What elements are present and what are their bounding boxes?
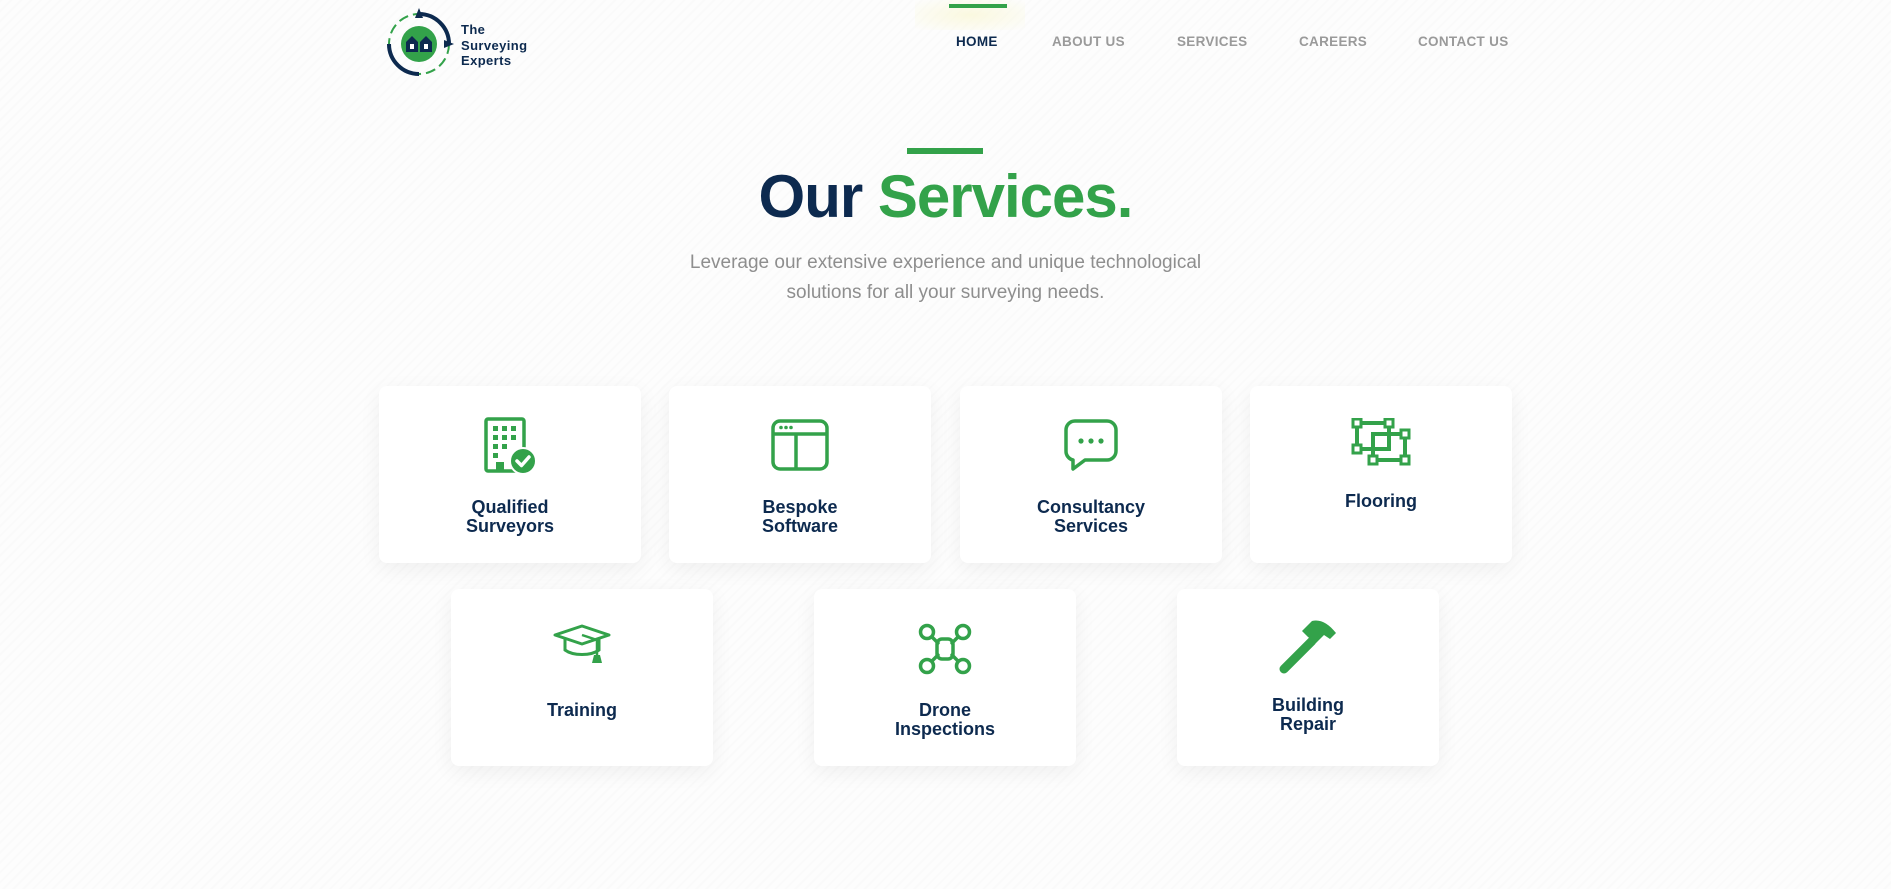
browser-window-icon (771, 419, 829, 471)
logo-text: The Surveying Experts (461, 22, 527, 69)
active-nav-indicator (949, 4, 1007, 8)
chat-bubble-icon (1064, 419, 1118, 471)
service-title-line: Qualified (471, 497, 549, 517)
service-title-line: Surveyors (465, 515, 555, 536)
logo-line: Experts (461, 53, 512, 68)
logo-line: The (461, 22, 486, 37)
service-title: Building Repair (1177, 696, 1439, 733)
nav-about-us[interactable]: ABOUT US (1052, 34, 1125, 49)
nav-careers[interactable]: CAREERS (1299, 34, 1367, 49)
site-logo[interactable]: The Surveying Experts (384, 6, 534, 80)
service-card-consultancy-services[interactable]: Consultancy Services (960, 386, 1222, 563)
service-title: Qualified Surveyors (379, 498, 641, 535)
floor-plan-icon (1351, 418, 1411, 466)
service-title: Flooring (1250, 492, 1512, 511)
service-title-line: Inspections (894, 718, 996, 739)
service-title: Training (451, 701, 713, 720)
service-title-line: Building (1272, 695, 1344, 715)
service-card-bespoke-software[interactable]: Bespoke Software (669, 386, 931, 563)
service-title-line: Software (761, 515, 839, 536)
subtitle-line: solutions for all your surveying needs. (786, 282, 1105, 303)
service-card-building-repair[interactable]: Building Repair (1177, 589, 1439, 766)
service-title-line: Consultancy (1036, 497, 1146, 517)
section-title-accent (907, 148, 983, 154)
section-title: Our Services. (0, 160, 1891, 234)
service-card-flooring[interactable]: Flooring (1250, 386, 1512, 563)
site-header: The Surveying Experts HOME ABOUT US SERV… (0, 0, 1891, 90)
compass-logo-icon (387, 8, 454, 76)
nav-home[interactable]: HOME (956, 34, 998, 49)
title-part-services: Services. (877, 163, 1134, 230)
service-title-line: Flooring (1345, 491, 1417, 511)
service-title: Consultancy Services (960, 498, 1222, 535)
graduation-cap-icon (553, 624, 611, 663)
service-title-line: Repair (1279, 713, 1337, 734)
service-title-line: Drone (918, 700, 971, 720)
hammer-icon (1279, 620, 1336, 674)
service-card-qualified-surveyors[interactable]: Qualified Surveyors (379, 386, 641, 563)
section-subtitle: Leverage our extensive experience and un… (0, 248, 1891, 308)
service-title: Drone Inspections (814, 701, 1076, 738)
building-check-icon (484, 417, 537, 475)
nav-contact-us[interactable]: CONTACT US (1418, 34, 1509, 49)
drone-icon (918, 623, 972, 675)
service-title-line: Services (1053, 515, 1129, 536)
service-card-drone-inspections[interactable]: Drone Inspections (814, 589, 1076, 766)
service-title-line: Bespoke (762, 497, 838, 517)
service-title-line: Training (546, 700, 617, 720)
nav-services[interactable]: SERVICES (1177, 34, 1247, 49)
service-title: Bespoke Software (669, 498, 931, 535)
service-card-training[interactable]: Training (451, 589, 713, 766)
title-part-our: Our (758, 163, 864, 230)
logo-line: Surveying (461, 37, 528, 53)
subtitle-line: Leverage our extensive experience and un… (689, 252, 1202, 273)
